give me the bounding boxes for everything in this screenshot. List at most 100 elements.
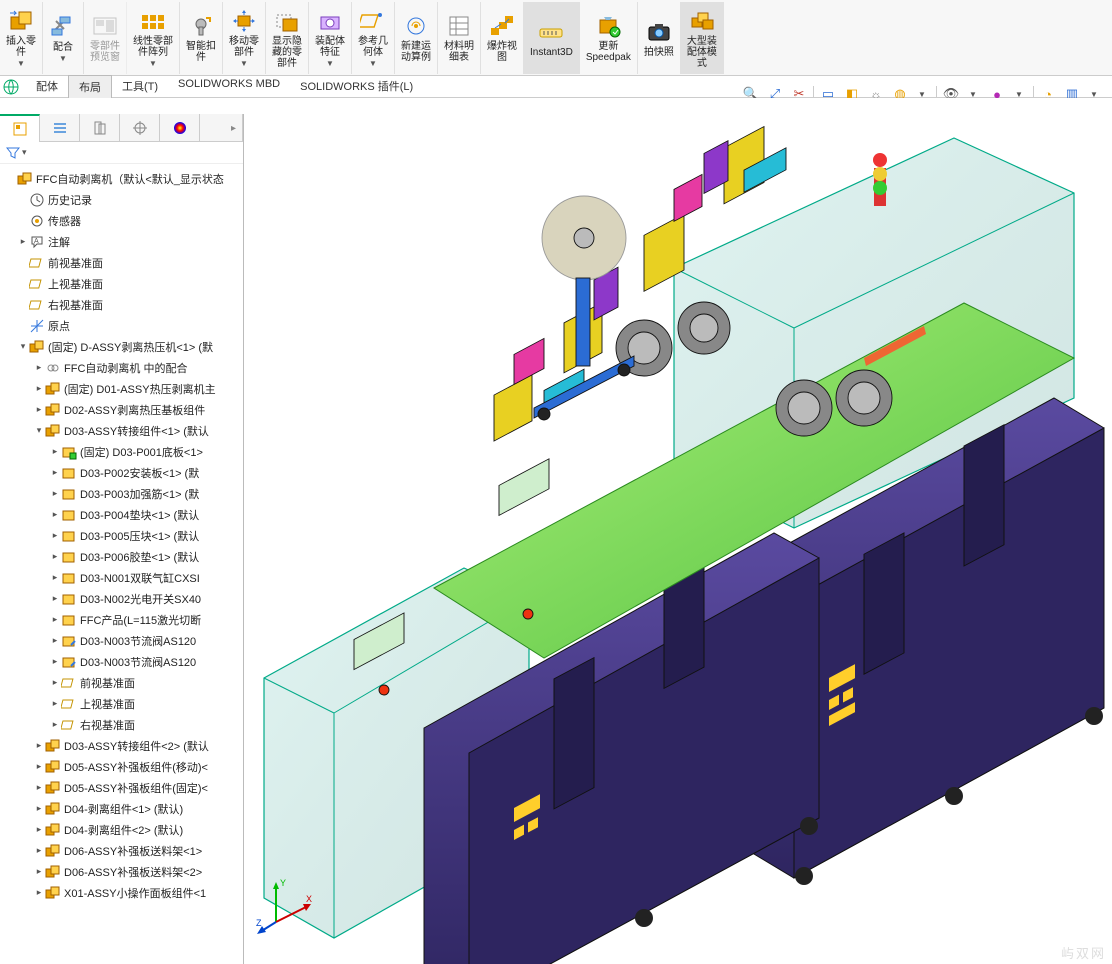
dropdown-arrow-icon[interactable]: ▼	[326, 59, 334, 68]
tree-node[interactable]: ▸D02-ASSY剥离热压基板组件	[2, 399, 241, 420]
expand-toggle-icon[interactable]: ▸	[34, 761, 44, 772]
expand-toggle-icon[interactable]: ▸	[34, 845, 44, 856]
expand-toggle-icon[interactable]: ▸	[50, 446, 60, 457]
ribbon-ref-geom[interactable]: 参考几 何体▼	[352, 2, 395, 74]
ribbon-bom[interactable]: 材料明 细表	[438, 2, 481, 74]
ribbon-show-hidden[interactable]: 显示隐 藏的零 部件	[266, 2, 309, 74]
expand-toggle-icon[interactable]: ▸	[34, 740, 44, 751]
ribbon-linear-pattern[interactable]: 线性零部 件阵列▼	[127, 2, 180, 74]
tree-node[interactable]: ▸D03-N002光电开关SX40	[2, 588, 241, 609]
tree-node[interactable]: ▸D03-P004垫块<1> (默认	[2, 504, 241, 525]
expand-toggle-icon[interactable]: ▸	[50, 614, 60, 625]
ribbon-large-asm[interactable]: 大型装 配体模 式	[681, 2, 724, 74]
ribbon-mate[interactable]: 配合▼	[43, 2, 84, 74]
tree-node[interactable]: 传感器	[2, 210, 241, 231]
ribbon-smart-fastener[interactable]: 智能扣 件	[180, 2, 223, 74]
tree-node[interactable]: ▸FFC自动剥离机 中的配合	[2, 357, 241, 378]
tree-node[interactable]: ▾D03-ASSY转接组件<1> (默认	[2, 420, 241, 441]
tree-node[interactable]: 历史记录	[2, 189, 241, 210]
tree-node[interactable]: ▸D03-N003节流阀AS120	[2, 651, 241, 672]
model-viewport[interactable]	[244, 98, 1112, 964]
tree-main-asm[interactable]: ▾(固定) D-ASSY剥离热压机<1> (默	[2, 336, 241, 357]
tree-node[interactable]: ▸前视基准面	[2, 672, 241, 693]
tree-node[interactable]: ▸D03-P005压块<1> (默认	[2, 525, 241, 546]
expand-toggle-icon[interactable]: ▸	[50, 572, 60, 583]
dropdown-arrow-icon[interactable]: ▼	[17, 59, 25, 68]
ribbon-instant3d[interactable]: Instant3D	[524, 2, 580, 74]
tree-node[interactable]: ▸FFC产品(L=115激光切断	[2, 609, 241, 630]
expand-toggle-icon[interactable]: ▸	[34, 803, 44, 814]
tree-node[interactable]: ▸X01-ASSY小操作面板组件<1	[2, 882, 241, 903]
tree-node[interactable]: 前视基准面	[2, 252, 241, 273]
dropdown-arrow-icon[interactable]: ▼	[59, 54, 67, 63]
view-triad[interactable]: Y X Z	[256, 874, 316, 934]
ribbon-motion[interactable]: 新建运 动算例	[395, 2, 438, 74]
expand-toggle-icon[interactable]: ▸	[34, 383, 44, 394]
tree-node[interactable]: 上视基准面	[2, 273, 241, 294]
tree-node[interactable]: ▸A注解	[2, 231, 241, 252]
tree-root[interactable]: FFC自动剥离机（默认<默认_显示状态	[2, 168, 241, 189]
expand-toggle-icon[interactable]: ▸	[34, 362, 44, 373]
dropdown-arrow-icon[interactable]: ▼	[369, 59, 377, 68]
command-tab[interactable]: SOLIDWORKS 插件(L)	[290, 75, 423, 98]
expand-toggle-icon[interactable]: ▸	[50, 509, 60, 520]
tree-node[interactable]: ▸右视基准面	[2, 714, 241, 735]
tree-node[interactable]: ▸D03-N001双联气缸CXSI	[2, 567, 241, 588]
expand-toggle-icon[interactable]: ▸	[34, 887, 44, 898]
expand-toggle-icon[interactable]: ▸	[50, 635, 60, 646]
tree-node[interactable]: ▸(固定) D01-ASSY热压剥离机主	[2, 378, 241, 399]
expand-toggle-icon[interactable]: ▸	[50, 593, 60, 604]
ribbon-insert-part[interactable]: 插入零 件▼	[0, 2, 43, 74]
fm-tab-dimxpert[interactable]	[120, 114, 160, 142]
ribbon-speedpak[interactable]: 更新 Speedpak	[580, 2, 638, 74]
tree-node[interactable]: ▸D04-剥离组件<2> (默认)	[2, 819, 241, 840]
tree-node[interactable]: ▸D06-ASSY补强板送料架<2>	[2, 861, 241, 882]
tree-node[interactable]: ▸D03-P006胶垫<1> (默认	[2, 546, 241, 567]
expand-toggle-icon[interactable]: ▾	[18, 341, 28, 352]
dropdown-arrow-icon[interactable]: ▼	[149, 59, 157, 68]
expand-toggle-icon[interactable]: ▸	[50, 488, 60, 499]
fm-filter-row[interactable]: ▾	[0, 142, 243, 164]
fm-tab-tree[interactable]	[0, 114, 40, 142]
tree-node[interactable]: ▸上视基准面	[2, 693, 241, 714]
fm-tab-display[interactable]	[160, 114, 200, 142]
tree-node[interactable]: ▸D03-P003加强筋<1> (默	[2, 483, 241, 504]
tree-node[interactable]: ▸D03-P002安装板<1> (默	[2, 462, 241, 483]
expand-toggle-icon[interactable]: ▸	[50, 719, 60, 730]
command-tab[interactable]: SOLIDWORKS MBD	[168, 75, 290, 98]
expand-toggle-icon[interactable]: ▸	[34, 824, 44, 835]
globe-icon[interactable]	[2, 78, 20, 96]
command-tab[interactable]: 工具(T)	[112, 75, 168, 98]
tree-node[interactable]: 原点	[2, 315, 241, 336]
tree-node[interactable]: ▸D06-ASSY补强板送料架<1>	[2, 840, 241, 861]
ribbon-assembly-feat[interactable]: 装配体 特征▼	[309, 2, 352, 74]
fm-tab-property[interactable]	[40, 114, 80, 142]
ribbon-snapshot[interactable]: 拍快照	[638, 2, 681, 74]
expand-toggle-icon[interactable]: ▸	[50, 656, 60, 667]
expand-toggle-icon[interactable]: ▸	[50, 530, 60, 541]
fm-tab-config[interactable]	[80, 114, 120, 142]
tree-node[interactable]: ▸D03-N003节流阀AS120	[2, 630, 241, 651]
expand-toggle-icon[interactable]: ▸	[50, 698, 60, 709]
tree-node[interactable]: 右视基准面	[2, 294, 241, 315]
command-tab[interactable]: 布局	[68, 75, 112, 98]
tree-node[interactable]: ▸D04-剥离组件<1> (默认)	[2, 798, 241, 819]
fm-tab-more[interactable]: ▸	[200, 114, 243, 142]
dropdown-arrow-icon[interactable]: ▼	[240, 59, 248, 68]
ribbon-move-comp[interactable]: 移动零 部件▼	[223, 2, 266, 74]
command-tab[interactable]: 配体	[26, 75, 68, 98]
expand-toggle-icon[interactable]: ▸	[50, 551, 60, 562]
expand-toggle-icon[interactable]: ▸	[18, 236, 28, 247]
ribbon-explode[interactable]: 爆炸视 图	[481, 2, 524, 74]
tree-node[interactable]: ▸D05-ASSY补强板组件(固定)<	[2, 777, 241, 798]
tree-node[interactable]: ▸D03-ASSY转接组件<2> (默认	[2, 735, 241, 756]
tree-node[interactable]: ▸(固定) D03-P001底板<1>	[2, 441, 241, 462]
tree-node[interactable]: ▸D05-ASSY补强板组件(移动)<	[2, 756, 241, 777]
expand-toggle-icon[interactable]: ▾	[34, 425, 44, 436]
expand-toggle-icon[interactable]: ▸	[34, 866, 44, 877]
expand-toggle-icon[interactable]: ▸	[50, 467, 60, 478]
graphics-area[interactable]	[244, 98, 1112, 964]
expand-toggle-icon[interactable]: ▸	[34, 782, 44, 793]
expand-toggle-icon[interactable]: ▸	[34, 404, 44, 415]
expand-toggle-icon[interactable]: ▸	[50, 677, 60, 688]
